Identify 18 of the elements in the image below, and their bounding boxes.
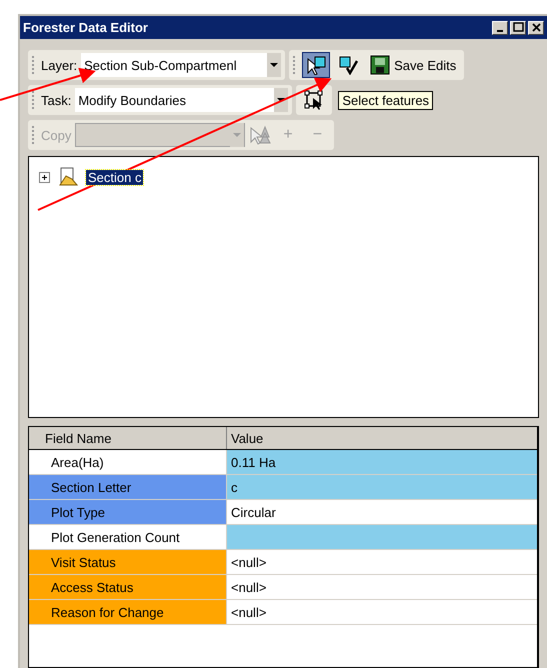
column-header[interactable]: Field Name [29,427,227,449]
table-cell: c [227,475,537,499]
tree-item[interactable]: Section c [86,170,144,184]
table-cell: 0.11 Ha [227,450,537,474]
table-cell: Section Letter [29,475,227,499]
layer-dropdown[interactable]: Section Sub-Compartmenl [81,53,282,77]
table-cell: Visit Status [29,550,227,574]
task-label: Task: [41,92,72,108]
table-cell: Plot Type [29,500,227,524]
copy-label: Copy [41,128,72,142]
save-edits-button[interactable]: Save Edits [366,52,460,78]
task-dropdown[interactable]: Modify Boundaries [75,88,288,112]
table-cell: Reason for Change [29,600,227,624]
tooltip: Select features [338,90,434,110]
layer-label: Layer: [41,58,78,72]
window-title: Forester Data Editor [23,20,148,35]
column-header[interactable]: Value [227,427,537,449]
table-cell: Access Status [29,575,227,599]
